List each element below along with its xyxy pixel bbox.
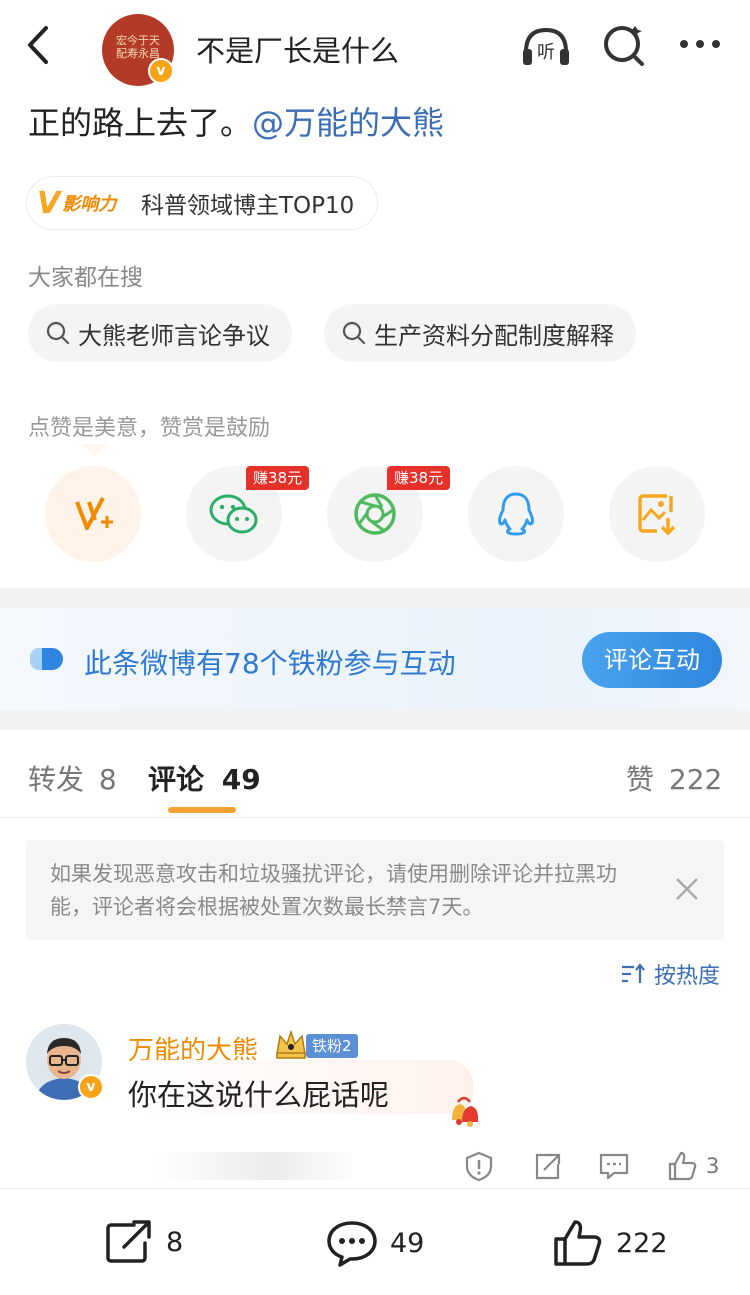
reply-comment-icon[interactable] — [598, 1150, 630, 1182]
wechat-icon — [209, 494, 258, 534]
v-plus-icon — [75, 497, 113, 530]
tab-like[interactable]: 赞 222 — [626, 758, 722, 798]
comment-like-count: 3 — [706, 1154, 720, 1178]
reward-button[interactable] — [45, 466, 141, 562]
search-chip-1[interactable]: 大熊老师言论争议 — [28, 304, 292, 362]
search-icon — [342, 321, 366, 345]
repost-button[interactable]: 8 — [104, 1219, 183, 1265]
verified-badge-icon: v — [148, 58, 174, 84]
influence-rank: 科普领域博主TOP10 — [141, 193, 355, 219]
tab-comment-label: 评论 — [148, 763, 205, 796]
top-nav-bar: 宏今于天 配寿永昌 v 不是厂长是什么 听 — [0, 0, 750, 92]
avatar-seal-text: 宏今于天 配寿永昌 — [116, 34, 160, 60]
repost-comment-icon[interactable] — [532, 1150, 562, 1182]
tab-like-label: 赞 — [626, 763, 655, 796]
report-icon[interactable] — [464, 1150, 494, 1182]
comment-timestamp-faded — [152, 1152, 352, 1180]
mention-link[interactable]: @万能的大熊 — [252, 104, 444, 142]
section-divider — [0, 710, 750, 730]
comment-count: 49 — [390, 1227, 425, 1259]
crown-icon — [276, 1029, 306, 1059]
thumbs-up-icon — [554, 1220, 602, 1266]
search-chip-2[interactable]: 生产资料分配制度解释 — [324, 304, 636, 362]
post-body-text: 正的路上去了。@万能的大熊 — [28, 98, 444, 144]
trending-search-label: 大家都在搜 — [28, 265, 143, 291]
influence-badge[interactable]: V 影响力 科普领域博主TOP10 — [26, 176, 378, 230]
back-arrow-icon[interactable] — [20, 22, 60, 68]
iron-fans-banner: 此条微博有78个铁粉参与互动 评论互动 — [0, 608, 750, 710]
share-qq-button[interactable] — [468, 466, 564, 562]
comment-icon — [327, 1221, 377, 1267]
moderation-notice: 如果发现恶意攻击和垃圾骚扰评论，请使用删除评论并拉黑功能，评论者将会根据被处置次… — [26, 840, 724, 940]
moments-icon — [354, 493, 396, 535]
listen-label: 听 — [537, 42, 555, 63]
tab-repost[interactable]: 转发 8 — [28, 758, 117, 798]
search-chip-label: 生产资料分配制度解释 — [374, 321, 614, 350]
save-image-icon — [638, 494, 676, 536]
tab-comment-count: 49 — [221, 763, 261, 796]
tab-like-count: 222 — [668, 763, 723, 796]
repost-count: 8 — [166, 1226, 184, 1258]
comment-interact-button[interactable]: 评论互动 — [582, 632, 722, 688]
fans-play-icon — [30, 648, 63, 670]
reward-pointer — [80, 444, 108, 456]
bottom-action-bar: 8 49 222 — [0, 1188, 750, 1295]
section-divider — [0, 588, 750, 608]
search-icon — [46, 321, 70, 345]
more-options-icon[interactable] — [676, 22, 728, 70]
qq-icon — [498, 492, 534, 536]
tab-repost-label: 转发 — [28, 763, 85, 796]
influence-v-icon: V — [37, 185, 61, 221]
earn-badge-wechat: 赚38元 — [246, 466, 310, 490]
post-text: 正的路上去了。 — [28, 104, 253, 142]
like-button[interactable]: 222 — [552, 1219, 668, 1267]
influence-tag-label: 影响力 — [62, 194, 117, 215]
sort-icon — [622, 963, 645, 983]
like-comment-icon[interactable] — [666, 1150, 698, 1182]
sort-label: 按热度 — [654, 964, 721, 989]
iron-fan-badge: 铁粉2 — [306, 1034, 358, 1058]
like-count: 222 — [616, 1227, 668, 1259]
active-tab-indicator — [168, 807, 236, 813]
notice-text: 如果发现恶意攻击和垃圾骚扰评论，请使用删除评论并拉黑功能，评论者将会根据被处置次… — [50, 862, 617, 919]
commenter-verified-badge-icon: v — [78, 1074, 104, 1100]
influence-tag: V 影响力 — [37, 185, 135, 221]
listen-icon[interactable]: 听 — [520, 22, 572, 70]
search-icon[interactable] — [598, 22, 650, 70]
tab-repost-count: 8 — [98, 763, 117, 796]
comment-button[interactable]: 49 — [326, 1219, 424, 1267]
close-icon[interactable] — [674, 876, 700, 902]
reward-hint-label: 点赞是美意，赞赏是鼓励 — [28, 416, 271, 441]
interaction-tabs: 转发 8 评论 49 赞 222 — [0, 730, 750, 818]
search-chip-label: 大熊老师言论争议 — [78, 321, 270, 350]
earn-badge-moments: 赚38元 — [387, 466, 451, 490]
author-name[interactable]: 不是厂长是什么 — [196, 28, 399, 70]
save-image-button[interactable] — [609, 466, 705, 562]
comment-text[interactable]: 你在这说什么屁话呢 — [128, 1072, 389, 1114]
tab-comment[interactable]: 评论 49 — [148, 758, 261, 798]
sort-by-hot-button[interactable]: 按热度 — [620, 958, 720, 990]
repost-icon — [106, 1220, 151, 1263]
weibo-post-page: 宏今于天 配寿永昌 v 不是厂长是什么 听 正的路上去了。@万能的大熊 V 影响… — [0, 0, 750, 1295]
bells-decoration-icon — [452, 1096, 479, 1127]
iron-fans-text: 此条微博有78个铁粉参与互动 — [84, 647, 456, 680]
